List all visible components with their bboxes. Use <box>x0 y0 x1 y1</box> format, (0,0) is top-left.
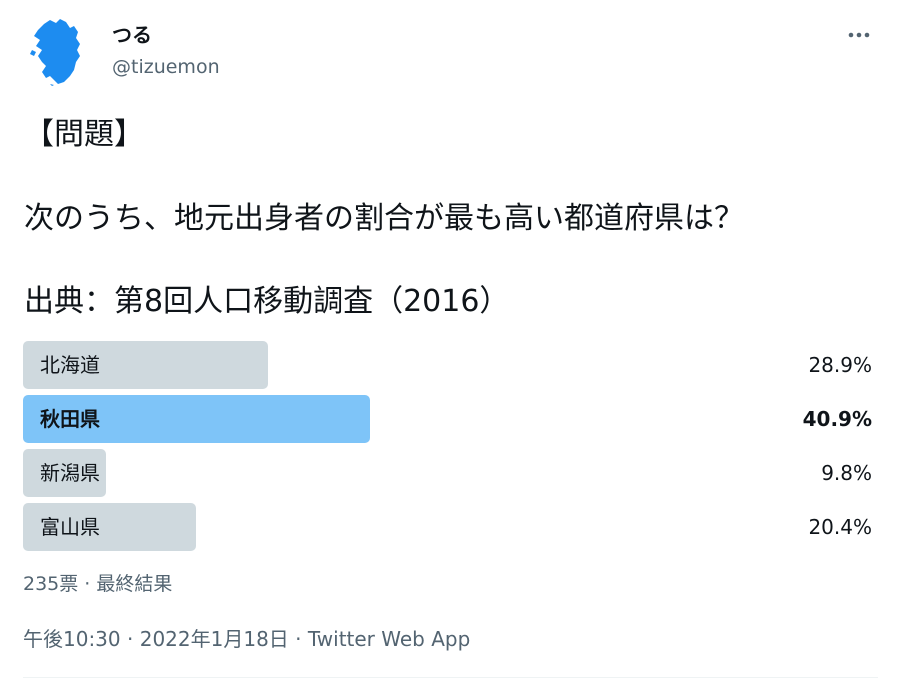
poll-option: 北海道 28.9% <box>23 341 872 389</box>
poll-option: 新潟県 9.8% <box>23 449 872 497</box>
timestamp-separator: · <box>288 627 308 651</box>
poll-option-label: 秋田県 <box>40 407 100 431</box>
kyushu-map-icon <box>30 19 80 86</box>
tweet-text-source: 出典：第8回人口移動調査（2016） <box>24 284 510 319</box>
tweet-time-link[interactable]: 午後10:30 <box>23 627 121 651</box>
timestamp-separator: · <box>120 627 140 651</box>
poll-status: 最終結果 <box>96 573 173 595</box>
more-options-button[interactable] <box>841 20 877 50</box>
tweet-text-question: 次のうち、地元出身者の割合が最も高い都道府県は？ <box>24 201 744 236</box>
poll-option-percent: 28.9% <box>808 353 872 377</box>
poll-meta: 235票 · 最終結果 <box>23 572 172 596</box>
poll-vote-count: 235票 <box>23 573 79 595</box>
poll-option-winner: 秋田県 40.9% <box>23 395 872 443</box>
avatar[interactable] <box>30 16 86 86</box>
poll-meta-separator: · <box>78 573 97 595</box>
more-horizontal-icon <box>848 32 870 38</box>
poll-option-label: 北海道 <box>40 353 100 377</box>
author-display-name[interactable]: つる <box>112 22 152 48</box>
poll-option-percent: 40.9% <box>802 407 872 431</box>
poll-option-percent: 20.4% <box>808 515 872 539</box>
poll-option-label: 富山県 <box>40 515 100 539</box>
tweet-timestamp-line: 午後10:30 · 2022年1月18日 · Twitter Web App <box>23 626 470 652</box>
divider <box>23 677 878 678</box>
tweet-text-heading: 【問題】 <box>24 117 144 152</box>
poll-option-percent: 9.8% <box>821 461 872 485</box>
tweet-source-link[interactable]: Twitter Web App <box>308 627 470 651</box>
poll-option: 富山県 20.4% <box>23 503 872 551</box>
tweet-date-link[interactable]: 2022年1月18日 <box>140 627 289 651</box>
poll-option-label: 新潟県 <box>40 461 100 485</box>
author-handle[interactable]: @tizuemon <box>112 55 220 79</box>
